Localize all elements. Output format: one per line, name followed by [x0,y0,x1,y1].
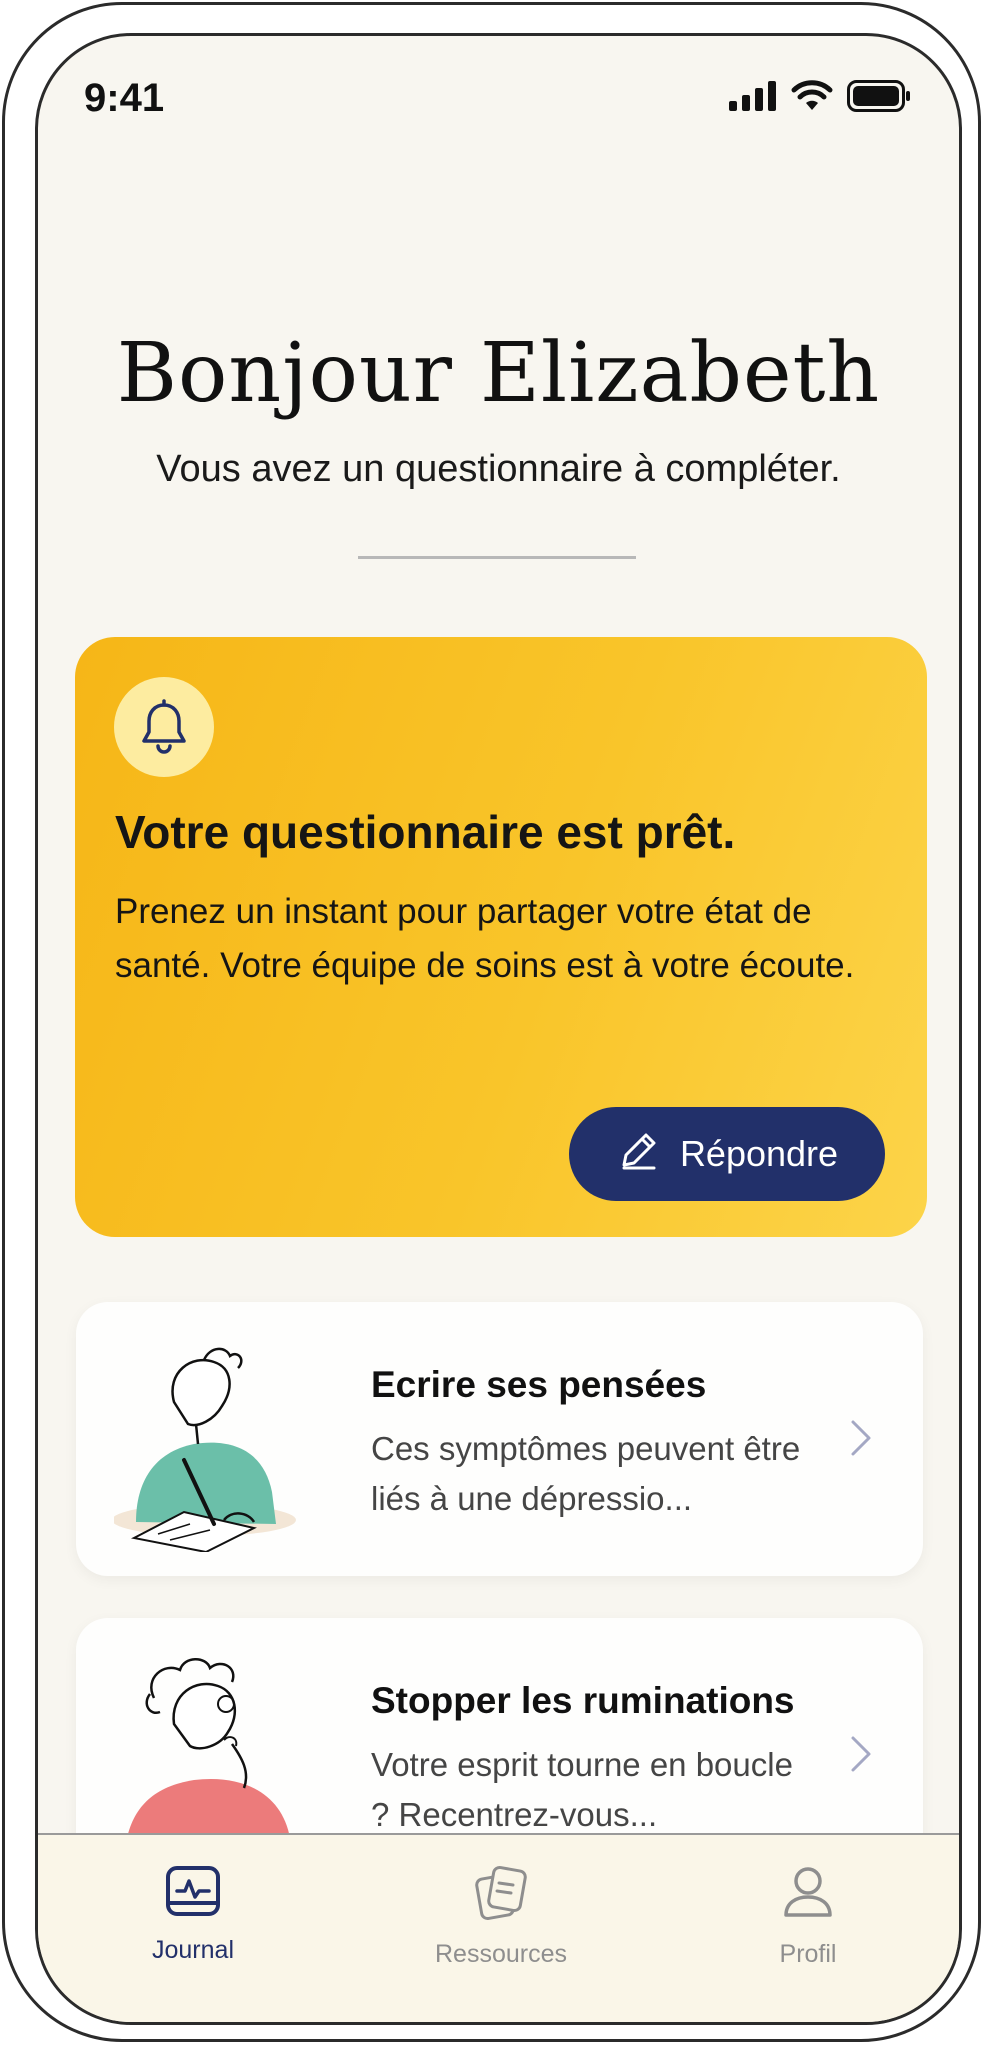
journal-icon [165,1865,221,1922]
card-description: Ces symptômes peuvent être liés à une dé… [371,1430,801,1517]
greeting-subtitle: Vous avez un questionnaire à compléter. [156,448,841,490]
chevron-right-icon [849,1418,873,1463]
greeting-title: Bonjour Elizabeth [116,326,881,421]
bell-icon [114,677,214,777]
documents-icon [473,1865,529,1926]
questionnaire-title: Votre questionnaire est prêt. [115,806,736,858]
user-icon [780,1865,836,1926]
person-writing-illustration [112,1332,324,1554]
battery-icon [847,80,911,117]
questionnaire-card: Votre questionnaire est prêt. Prenez un … [75,637,927,1237]
app-screen: 9:41 Bonjour Elizabeth Vous avez un ques… [35,33,962,2025]
resource-card-write-thoughts[interactable]: Ecrire ses pensées Ces symptômes peuvent… [76,1302,923,1576]
nav-label-ressources: Ressources [435,1940,567,1968]
pencil-icon [616,1127,662,1182]
divider [358,556,636,559]
questionnaire-description: Prenez un instant pour partager votre ét… [115,892,855,985]
status-time: 9:41 [84,76,165,120]
respond-button[interactable]: Répondre [569,1107,885,1201]
nav-label-profil: Profil [779,1940,837,1968]
nav-label-journal: Journal [152,1936,234,1964]
card-title: Stopper les ruminations [371,1680,795,1721]
card-title: Ecrire ses pensées [371,1364,707,1405]
nav-item-profil[interactable]: Profil [708,1865,908,1969]
bottom-navigation: Journal Ressources Profil [38,1833,959,2022]
respond-button-label: Répondre [679,1133,839,1174]
chevron-right-icon [849,1734,873,1779]
nav-item-ressources[interactable]: Ressources [401,1865,601,1969]
wifi-icon [791,80,833,117]
status-icons [729,80,911,117]
phone-frame: 9:41 Bonjour Elizabeth Vous avez un ques… [2,2,981,2042]
card-description: Votre esprit tourne en boucle ? Recentre… [371,1746,793,1833]
signal-icon [729,81,777,116]
nav-item-journal[interactable]: Journal [93,1865,293,1965]
